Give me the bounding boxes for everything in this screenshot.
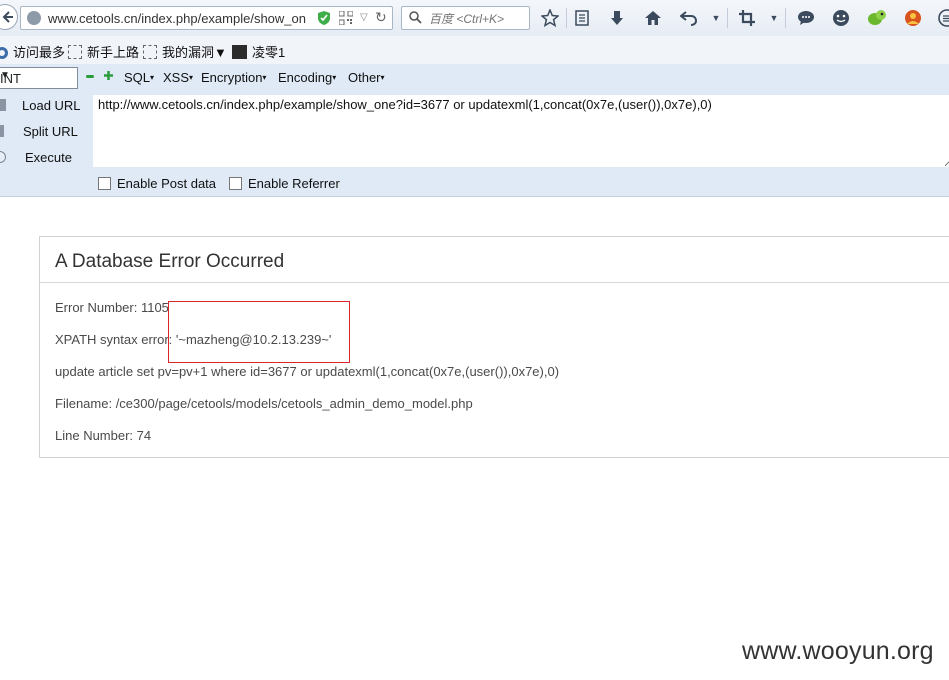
- download-icon[interactable]: [607, 8, 627, 28]
- menu-sql[interactable]: SQL▾: [124, 70, 154, 85]
- bookmark-my-vulns[interactable]: 我的漏洞▼: [143, 42, 227, 61]
- url-input[interactable]: http://www.cetools.cn/index.php/example/…: [93, 95, 949, 167]
- toolbar-separator: [785, 8, 786, 28]
- undo-icon[interactable]: [679, 8, 699, 28]
- address-bar[interactable]: www.cetools.cn/index.php/example/show_on…: [20, 6, 393, 30]
- extension-icon[interactable]: [867, 8, 887, 28]
- chat-bubble-icon[interactable]: [796, 8, 816, 28]
- toolbar-separator: [727, 8, 728, 28]
- crop-icon[interactable]: [737, 8, 757, 28]
- user-avatar-icon[interactable]: [903, 8, 923, 28]
- smiley-icon[interactable]: [831, 8, 851, 28]
- load-icon: [0, 99, 6, 111]
- navigation-toolbar: www.cetools.cn/index.php/example/show_on…: [0, 0, 949, 36]
- bookmark-star-icon[interactable]: [540, 8, 560, 28]
- back-button[interactable]: [0, 4, 18, 30]
- checkbox-box[interactable]: [98, 177, 111, 190]
- hackbar-panel: INT ▼ SQL▾ XSS▾ Encryption▾ Encoding▾ Ot…: [0, 64, 949, 197]
- gear-icon: [0, 47, 8, 59]
- menu-xss[interactable]: XSS▾: [163, 70, 193, 85]
- menu-icon[interactable]: [937, 8, 949, 28]
- blank-page-icon: [68, 45, 82, 59]
- split-icon: [0, 125, 4, 137]
- error-title: A Database Error Occurred: [55, 251, 285, 272]
- home-icon[interactable]: [643, 8, 663, 28]
- globe-icon: [27, 11, 41, 25]
- address-text[interactable]: www.cetools.cn/index.php/example/show_on: [48, 11, 310, 26]
- sql-query: update article set pv=pv+1 where id=3677…: [55, 364, 560, 379]
- bookmarks-toolbar: 访问最多 新手上路 我的漏洞▼ 凌零1: [0, 36, 949, 65]
- menu-encoding[interactable]: Encoding▾: [278, 70, 336, 85]
- blank-page-icon: [143, 45, 157, 59]
- type-select[interactable]: INT ▼: [0, 67, 78, 89]
- error-filename: Filename: /ce300/page/cetools/models/cet…: [55, 396, 473, 411]
- execute-icon: [0, 151, 6, 163]
- bookmark-lingling[interactable]: 凌零1: [232, 42, 285, 61]
- bookmark-most-visited[interactable]: 访问最多: [0, 42, 65, 61]
- decrease-icon[interactable]: [86, 75, 94, 78]
- search-input[interactable]: [429, 12, 527, 26]
- increase-icon[interactable]: [104, 71, 113, 80]
- reload-icon[interactable]: ↻: [375, 9, 387, 26]
- watermark: www.wooyun.org: [742, 637, 934, 665]
- avatar-icon: [232, 45, 247, 59]
- bookmark-getting-started[interactable]: 新手上路: [68, 42, 139, 61]
- qr-code-icon[interactable]: [339, 11, 353, 25]
- checkbox-box[interactable]: [229, 177, 242, 190]
- url-dropdown-icon[interactable]: ▽: [360, 12, 368, 23]
- undo-dropdown-icon[interactable]: ▼: [706, 8, 726, 28]
- menu-encryption[interactable]: Encryption▾: [201, 70, 266, 85]
- search-box[interactable]: [401, 6, 530, 30]
- search-icon: [409, 11, 422, 24]
- chevron-down-icon: ▼: [0, 70, 10, 81]
- menu-other[interactable]: Other▾: [348, 70, 385, 85]
- toolbar-separator: [566, 8, 567, 28]
- highlight-box: [168, 301, 350, 363]
- crop-dropdown-icon[interactable]: ▼: [764, 8, 784, 28]
- enable-referrer-checkbox[interactable]: Enable Referrer: [229, 176, 340, 191]
- divider: [40, 282, 949, 283]
- shield-icon[interactable]: [317, 10, 331, 26]
- reading-list-icon[interactable]: [572, 8, 592, 28]
- enable-post-checkbox[interactable]: Enable Post data: [98, 176, 216, 191]
- back-arrow-icon: [2, 11, 13, 23]
- error-number: Error Number: 1105: [55, 300, 169, 315]
- error-line-number: Line Number: 74: [55, 428, 152, 443]
